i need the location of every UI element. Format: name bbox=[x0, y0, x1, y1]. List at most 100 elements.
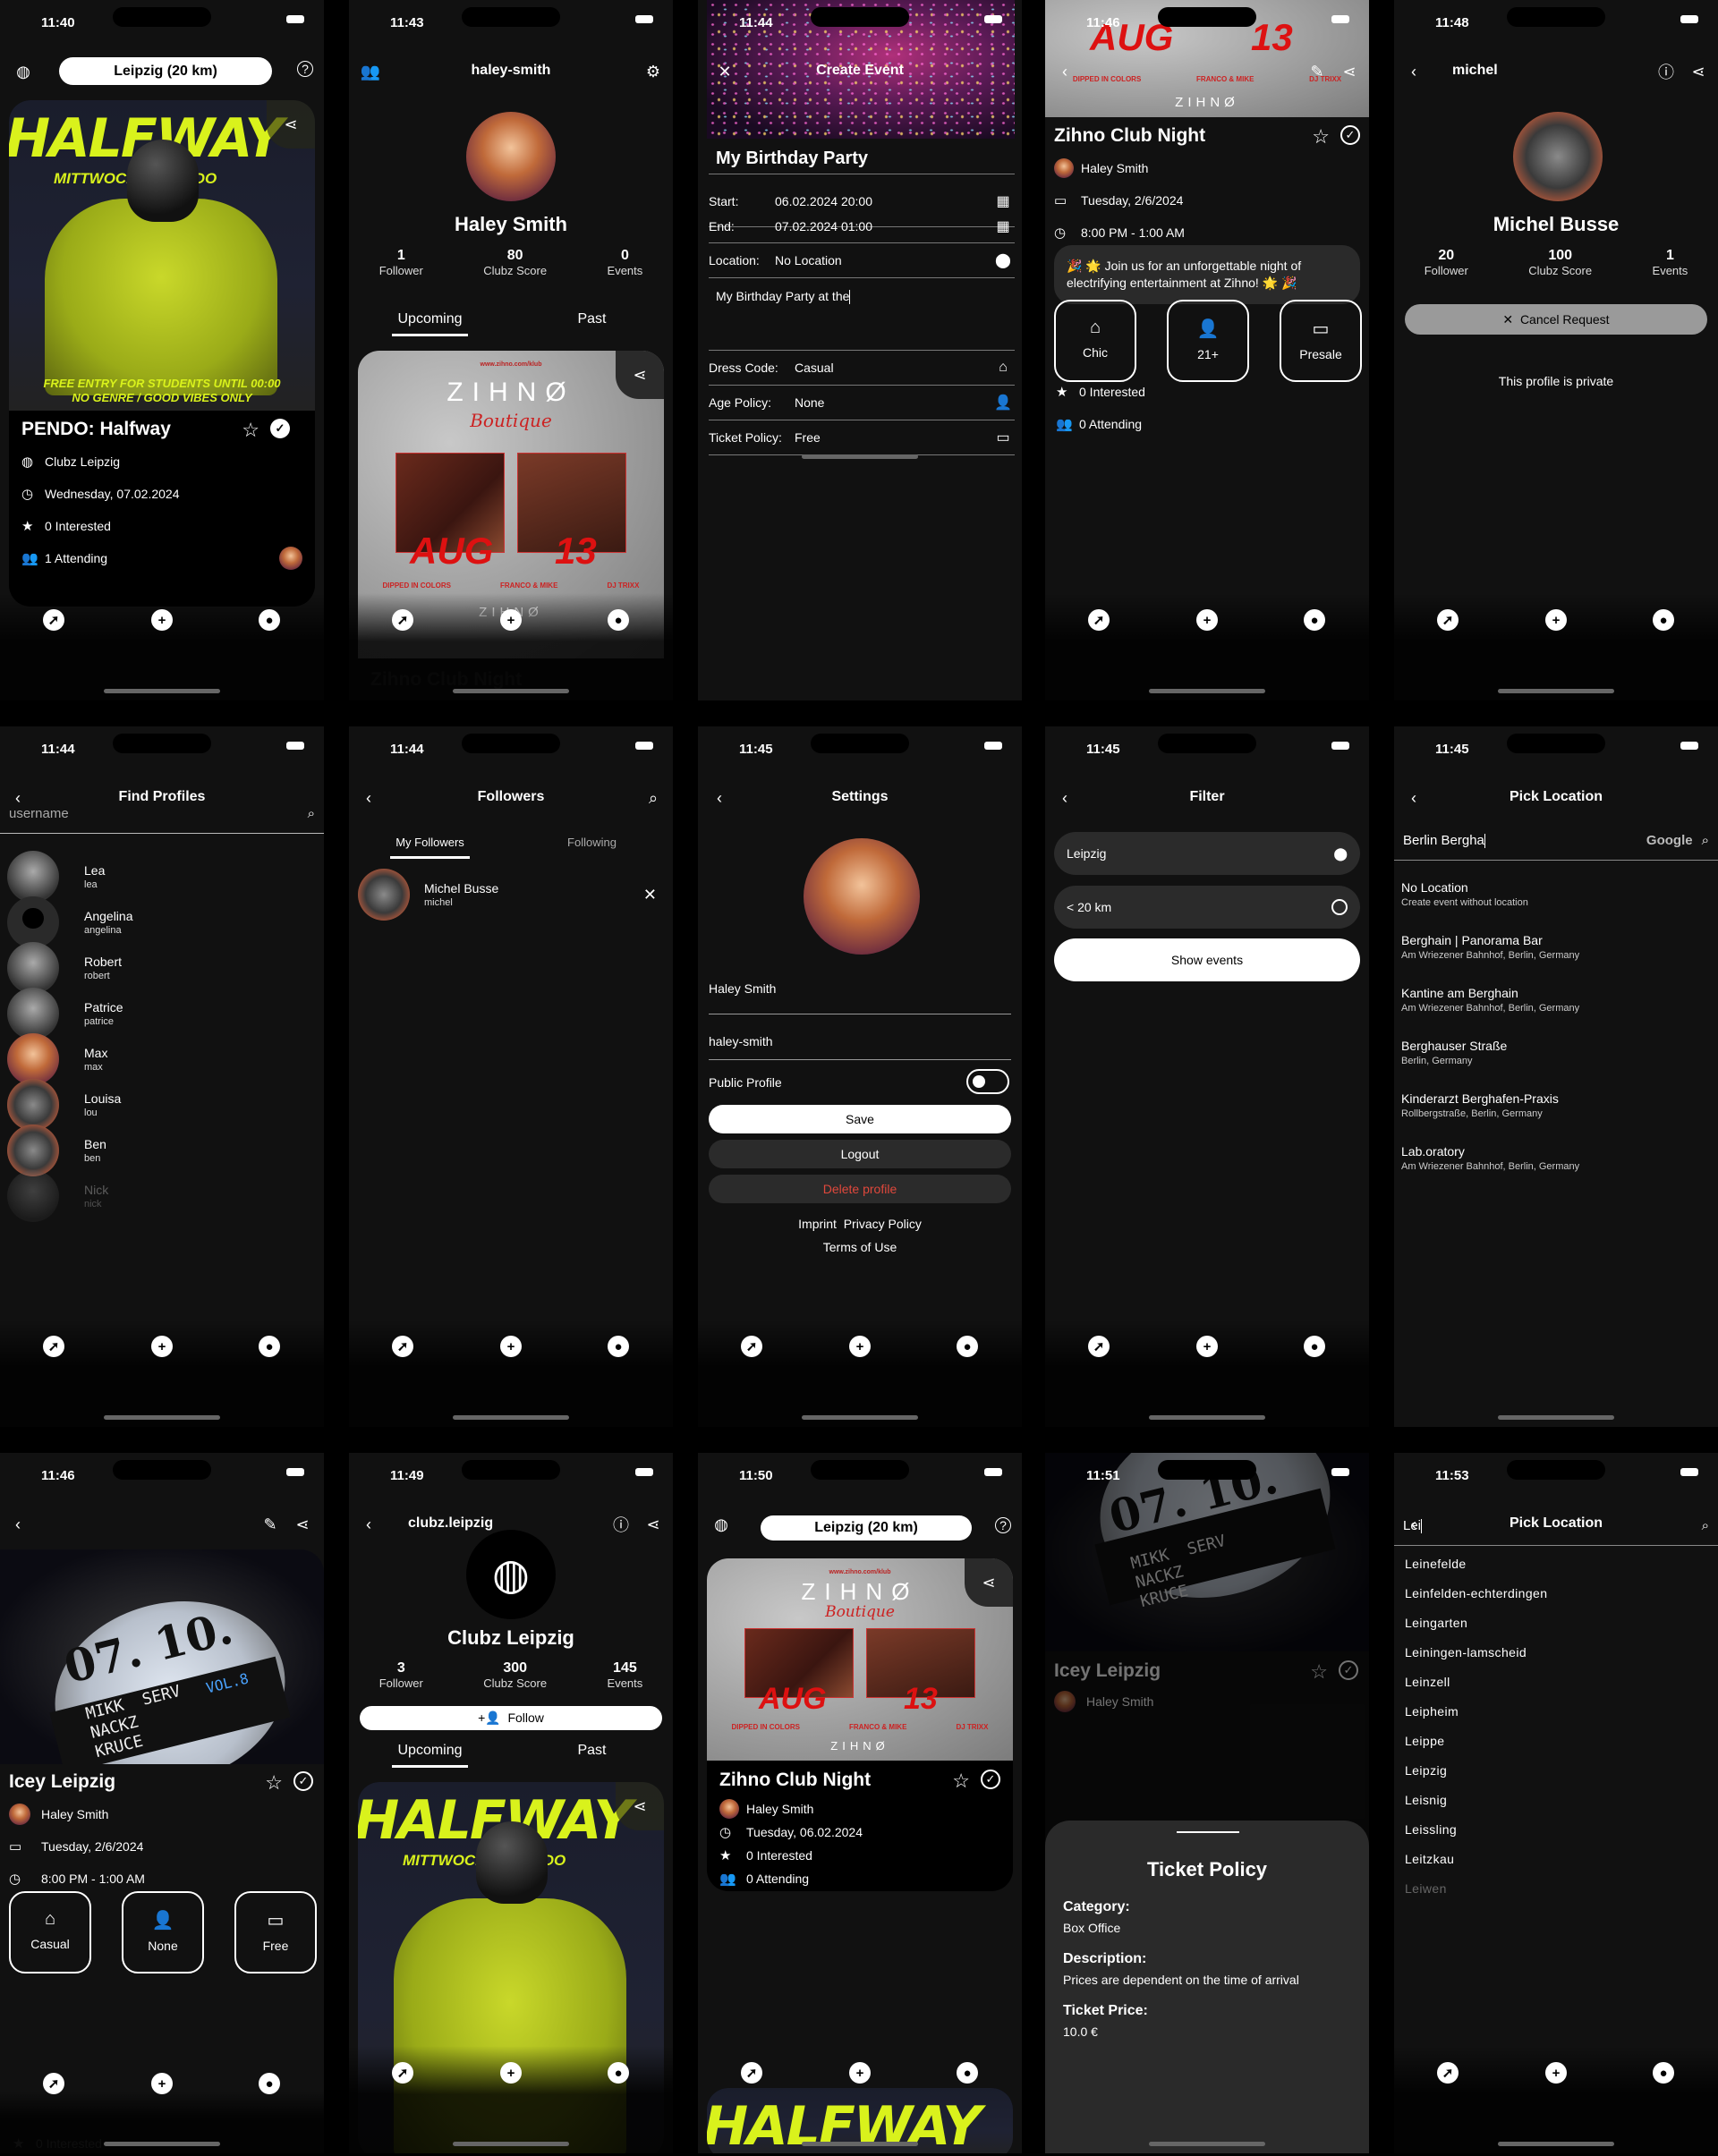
interested-star-button[interactable]: ☆ bbox=[1312, 125, 1330, 149]
share-button[interactable]: ⋖ bbox=[965, 1558, 1013, 1607]
create-plus-icon[interactable]: + bbox=[849, 1336, 871, 1357]
show-events-button[interactable]: Show events bbox=[1054, 938, 1360, 981]
location-search-input[interactable]: Berlin Bergha Google ⌕ bbox=[1394, 821, 1718, 861]
create-plus-icon[interactable]: + bbox=[500, 2062, 522, 2084]
explore-compass-icon[interactable]: ➚ bbox=[741, 1336, 762, 1357]
search-icon[interactable]: ⌕ bbox=[642, 787, 664, 809]
event-card[interactable]: HALFWAY MITTWOCH IM PENDO FREE ENTRY FOR… bbox=[9, 100, 315, 607]
share-button[interactable]: ⋖ bbox=[616, 1782, 664, 1830]
profile-list-item[interactable]: Lea lea bbox=[7, 851, 317, 903]
disco-ball-icon[interactable]: ◍ bbox=[710, 1514, 732, 1535]
logout-button[interactable]: Logout bbox=[709, 1140, 1011, 1168]
attend-check-button[interactable]: ✓ bbox=[981, 1770, 1000, 1789]
back-chevron-icon[interactable]: ‹ bbox=[1054, 61, 1076, 82]
location-result[interactable]: Lab.oratory Am Wriezener Bahnhof, Berlin,… bbox=[1401, 1144, 1711, 1172]
ticket-policy-field[interactable]: Ticket Policy: Free ▭ bbox=[709, 420, 1015, 455]
profile-list-item[interactable]: Ben ben bbox=[7, 1125, 317, 1176]
create-plus-icon[interactable]: + bbox=[1196, 609, 1218, 631]
location-result[interactable]: Berghauser Straße Berlin, Germany bbox=[1401, 1039, 1711, 1066]
profile-icon[interactable]: ● bbox=[957, 2062, 978, 2084]
location-filter-field[interactable]: Leipzig ⬤ bbox=[1054, 832, 1360, 875]
location-field[interactable]: Location: No Location ⬤ bbox=[709, 243, 1015, 278]
share-icon[interactable]: ⋖ bbox=[1339, 61, 1360, 82]
interested-star-button[interactable]: ☆ bbox=[952, 1770, 970, 1793]
explore-compass-icon[interactable]: ➚ bbox=[392, 1336, 413, 1357]
explore-compass-icon[interactable]: ➚ bbox=[392, 609, 413, 631]
username-input[interactable]: haley-smith bbox=[709, 1027, 1011, 1060]
explore-compass-icon[interactable]: ➚ bbox=[43, 1336, 64, 1357]
explore-compass-icon[interactable]: ➚ bbox=[392, 2062, 413, 2084]
create-plus-icon[interactable]: + bbox=[151, 609, 173, 631]
edit-pencil-icon[interactable]: ✎ bbox=[1306, 61, 1328, 82]
event-host[interactable]: Haley Smith bbox=[41, 1807, 108, 1821]
city-result[interactable]: Leissling bbox=[1405, 1822, 1457, 1837]
tab-past[interactable]: Past bbox=[511, 1743, 673, 1769]
profile-list-item[interactable]: Louisa lou bbox=[7, 1079, 317, 1131]
city-result[interactable]: Leisnig bbox=[1405, 1793, 1447, 1807]
public-profile-toggle[interactable] bbox=[966, 1069, 1009, 1094]
location-filter-pill[interactable]: Leipzig (20 km) bbox=[761, 1515, 972, 1541]
delete-profile-button[interactable]: Delete profile bbox=[709, 1175, 1011, 1203]
create-plus-icon[interactable]: + bbox=[500, 1336, 522, 1357]
end-date-field[interactable]: End: 07.02.2024 01:00 ▦ bbox=[709, 209, 1015, 243]
back-chevron-icon[interactable]: ‹ bbox=[358, 1514, 379, 1535]
back-chevron-icon[interactable]: ‹ bbox=[7, 1514, 29, 1535]
help-icon[interactable]: ? bbox=[995, 1517, 1011, 1533]
profile-icon[interactable]: ● bbox=[957, 1336, 978, 1357]
share-button[interactable]: ⋖ bbox=[267, 100, 315, 149]
follower-list-item[interactable]: Michel Busse michel ✕ bbox=[358, 869, 666, 921]
terms-of-use-link[interactable]: Terms of Use bbox=[698, 1240, 1022, 1254]
create-plus-icon[interactable]: + bbox=[1196, 1336, 1218, 1357]
profile-icon[interactable]: ● bbox=[1304, 609, 1325, 631]
location-result[interactable]: No Location Create event without location bbox=[1401, 880, 1711, 908]
event-card[interactable]: www.zihno.com/klub ZIHNØ Boutique AUG 13… bbox=[707, 1558, 1013, 1891]
city-result[interactable]: Leingarten bbox=[1405, 1616, 1467, 1630]
sheet-drag-handle[interactable] bbox=[1177, 1831, 1239, 1833]
share-icon[interactable]: ⋖ bbox=[1688, 61, 1709, 82]
profile-icon[interactable]: ● bbox=[608, 609, 629, 631]
location-result[interactable]: Kantine am Berghain Am Wriezener Bahnhof,… bbox=[1401, 986, 1711, 1014]
profile-icon[interactable]: ● bbox=[259, 1336, 280, 1357]
city-result[interactable]: Leiwen bbox=[1405, 1881, 1447, 1896]
event-host[interactable]: Haley Smith bbox=[746, 1802, 813, 1816]
city-result[interactable]: Leiningen-lamscheid bbox=[1405, 1645, 1527, 1659]
create-plus-icon[interactable]: + bbox=[1545, 2062, 1567, 2084]
dress-code-badge[interactable]: ⌂ Casual bbox=[9, 1891, 91, 1974]
ticket-policy-badge[interactable]: ▭ Free bbox=[234, 1891, 317, 1974]
ticket-policy-badge[interactable]: ▭ Presale bbox=[1280, 300, 1362, 382]
tab-upcoming[interactable]: Upcoming bbox=[349, 311, 511, 337]
stat-followers[interactable]: 20 Follower bbox=[1425, 248, 1468, 277]
radius-filter-field[interactable]: < 20 km bbox=[1054, 886, 1360, 929]
interested-star-button[interactable]: ☆ bbox=[265, 1771, 283, 1795]
city-result[interactable]: Leipzig bbox=[1405, 1763, 1447, 1778]
city-result[interactable]: Leippe bbox=[1405, 1734, 1444, 1748]
city-result[interactable]: Leinzell bbox=[1405, 1675, 1450, 1689]
event-host[interactable]: Haley Smith bbox=[1081, 161, 1148, 175]
save-button[interactable]: Save bbox=[709, 1105, 1011, 1133]
tab-past[interactable]: Past bbox=[511, 311, 673, 337]
city-result[interactable]: Leipheim bbox=[1405, 1704, 1459, 1719]
tab-following[interactable]: Following bbox=[511, 836, 673, 859]
explore-compass-icon[interactable]: ➚ bbox=[1088, 609, 1110, 631]
stat-followers[interactable]: 3 Follower bbox=[379, 1660, 423, 1690]
host-avatar[interactable] bbox=[9, 1804, 30, 1825]
remove-follower-close-icon[interactable]: ✕ bbox=[643, 886, 657, 904]
create-plus-icon[interactable]: + bbox=[1545, 609, 1567, 631]
age-policy-field[interactable]: Age Policy: None 👤 bbox=[709, 386, 1015, 420]
profile-list-item[interactable]: Angelina angelina bbox=[7, 896, 317, 948]
radio-icon[interactable] bbox=[1331, 899, 1348, 915]
help-icon[interactable]: ? bbox=[297, 61, 313, 77]
cancel-request-button[interactable]: ✕ Cancel Request bbox=[1405, 304, 1707, 335]
host-avatar[interactable] bbox=[719, 1799, 739, 1819]
edit-pencil-icon[interactable]: ✎ bbox=[259, 1514, 281, 1535]
description-textarea[interactable]: My Birthday Party at the bbox=[709, 278, 1015, 351]
profile-list-item[interactable]: Nick nick bbox=[7, 1170, 317, 1222]
disco-ball-icon[interactable]: ◍ bbox=[13, 61, 34, 82]
city-result[interactable]: Leinfelden-echterdingen bbox=[1405, 1586, 1547, 1600]
location-result[interactable]: Kinderarzt Berghafen-Praxis Rollbergstraß… bbox=[1401, 1091, 1711, 1119]
profile-icon[interactable]: ● bbox=[1653, 2062, 1674, 2084]
follow-button[interactable]: +👤 Follow bbox=[360, 1706, 662, 1730]
profile-list-item[interactable]: Robert robert bbox=[7, 942, 317, 994]
profile-avatar[interactable] bbox=[466, 112, 556, 201]
profile-icon[interactable]: ● bbox=[1653, 609, 1674, 631]
